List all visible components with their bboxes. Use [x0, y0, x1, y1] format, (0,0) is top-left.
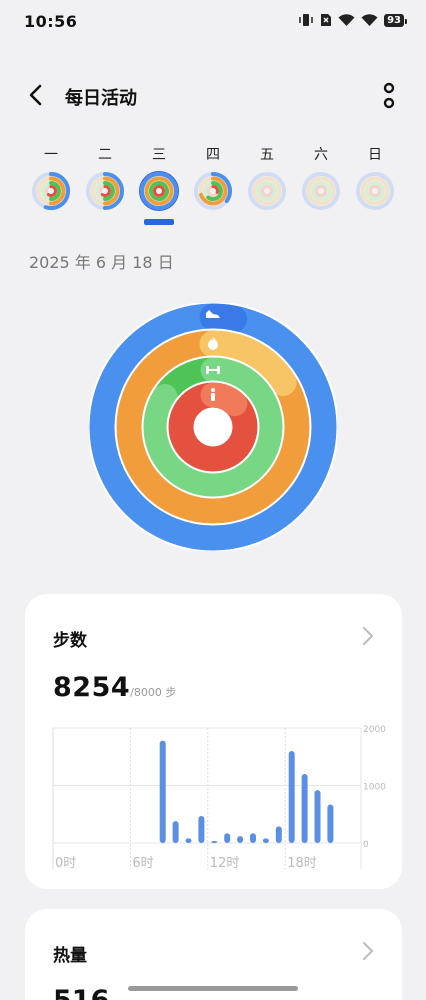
y-tick-label: 0 — [363, 840, 369, 850]
rings-center — [195, 409, 231, 445]
step-bar — [185, 838, 192, 843]
back-arrow-icon[interactable] — [24, 82, 50, 108]
day-label: 一 — [44, 147, 58, 163]
wifi-icon-2 — [361, 14, 378, 26]
day-label: 四 — [206, 147, 220, 163]
day-2[interactable]: 二 — [85, 145, 125, 215]
status-time: 10:56 — [24, 12, 78, 31]
step-bar — [224, 833, 231, 843]
day-7[interactable]: 日 — [355, 145, 395, 215]
more-options-icon[interactable] — [382, 82, 396, 110]
header: 每日活动 — [0, 78, 426, 112]
ring-progress — [153, 185, 165, 197]
y-tick-label: 2000 — [363, 725, 386, 735]
battery-indicator: 93 — [384, 13, 407, 27]
ring-track — [315, 185, 327, 197]
day-rings-icon — [248, 172, 286, 210]
x-tick-label: 0时 — [55, 856, 76, 871]
wifi-icon — [338, 14, 355, 26]
step-bar — [159, 740, 166, 843]
steps-hourly-chart: 2000 1000 0 0时 6时 12时 18时 — [52, 725, 386, 871]
step-bar — [172, 821, 179, 843]
day-label: 二 — [98, 147, 112, 163]
page-title: 每日活动 — [65, 88, 137, 109]
ring-progress — [211, 185, 219, 194]
day-label: 五 — [260, 147, 274, 163]
day-rings-icon — [194, 172, 232, 210]
steps-card[interactable]: 步数 8254/8000 步 2000 1000 0 0时 6时 12时 18时 — [25, 594, 402, 889]
day-1[interactable]: 一 — [31, 145, 71, 215]
day-rings-icon — [32, 172, 70, 210]
x-tick-label: 12时 — [210, 856, 240, 871]
step-bar — [211, 841, 218, 843]
big-ring-overflow-3 — [200, 382, 248, 417]
step-bar — [237, 836, 244, 843]
y-tick-label: 1000 — [363, 783, 386, 793]
day-label: 日 — [368, 147, 382, 163]
selected-day-indicator — [144, 219, 174, 225]
day-rings-icon — [302, 172, 340, 210]
step-bar — [262, 838, 269, 843]
x-tick-label: 6时 — [132, 856, 153, 871]
ring-track — [369, 185, 381, 197]
home-indicator[interactable] — [128, 986, 298, 991]
day-rings-icon — [139, 171, 179, 211]
calories-value: 516 — [53, 985, 109, 1000]
person-icon — [211, 388, 215, 401]
status-bar: 10:56 93 — [0, 0, 426, 44]
no-sim-icon — [321, 14, 332, 26]
chevron-right-icon[interactable] — [362, 941, 374, 961]
day-4[interactable]: 四 — [193, 145, 233, 215]
day-rings-icon — [356, 172, 394, 210]
day-6[interactable]: 六 — [301, 145, 341, 215]
step-bar — [301, 774, 308, 843]
step-bar — [288, 751, 295, 843]
status-icons: 93 — [298, 13, 407, 27]
day-3[interactable]: 三 — [139, 145, 179, 215]
x-tick-label: 18时 — [287, 856, 317, 871]
step-bar — [198, 815, 205, 843]
day-label: 三 — [152, 147, 166, 163]
ring-track — [261, 185, 273, 197]
day-label: 六 — [314, 147, 328, 163]
step-bar — [250, 833, 256, 843]
step-bar — [275, 826, 282, 843]
step-bar — [327, 804, 334, 843]
vibrate-icon — [299, 14, 313, 26]
step-bar — [314, 790, 321, 843]
day-rings-icon — [86, 172, 124, 210]
selected-date: 2025 年 6 月 18 日 — [29, 253, 174, 272]
calories-card-title: 热量 — [53, 946, 87, 966]
activity-rings[interactable] — [89, 303, 337, 551]
day-5[interactable]: 五 — [247, 145, 287, 215]
